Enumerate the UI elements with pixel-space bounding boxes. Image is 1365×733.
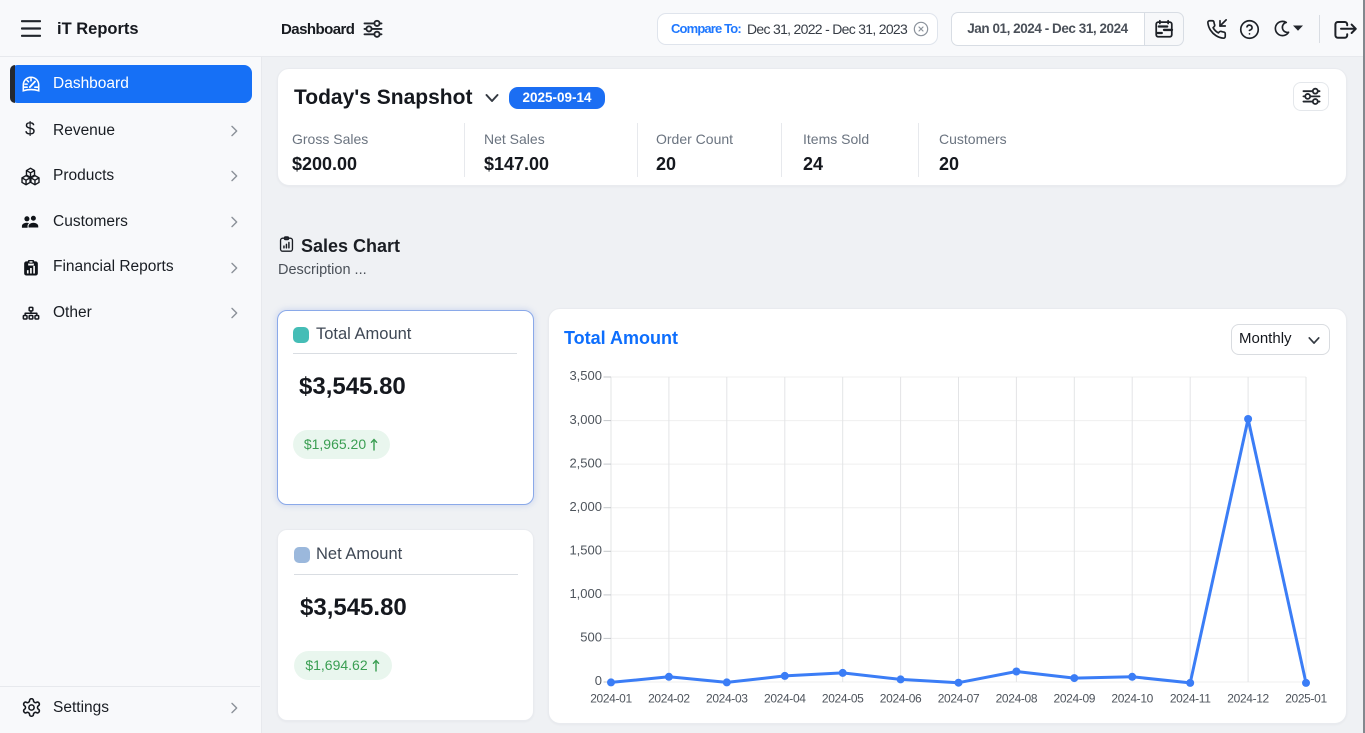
- svg-text:2024-10: 2024-10: [1111, 692, 1153, 706]
- svg-text:2024-01: 2024-01: [590, 692, 632, 706]
- svg-text:1,000: 1,000: [569, 586, 602, 601]
- svg-text:2024-03: 2024-03: [706, 692, 748, 706]
- svg-text:2024-12: 2024-12: [1227, 692, 1269, 706]
- svg-text:2024-04: 2024-04: [764, 692, 806, 706]
- svg-text:1,500: 1,500: [569, 543, 602, 558]
- svg-text:2024-06: 2024-06: [880, 692, 922, 706]
- svg-text:2,000: 2,000: [569, 499, 602, 514]
- svg-text:2024-05: 2024-05: [822, 692, 864, 706]
- svg-text:2024-11: 2024-11: [1170, 692, 1211, 706]
- svg-text:3,000: 3,000: [569, 412, 602, 427]
- svg-text:500: 500: [580, 630, 602, 645]
- svg-text:3,500: 3,500: [569, 368, 602, 383]
- svg-text:2,500: 2,500: [569, 455, 602, 470]
- svg-text:2024-09: 2024-09: [1054, 692, 1096, 706]
- svg-text:2024-07: 2024-07: [938, 692, 980, 706]
- svg-text:2024-08: 2024-08: [996, 692, 1038, 706]
- svg-text:2025-01: 2025-01: [1285, 692, 1327, 706]
- svg-text:2024-02: 2024-02: [648, 692, 690, 706]
- svg-text:0: 0: [595, 673, 602, 688]
